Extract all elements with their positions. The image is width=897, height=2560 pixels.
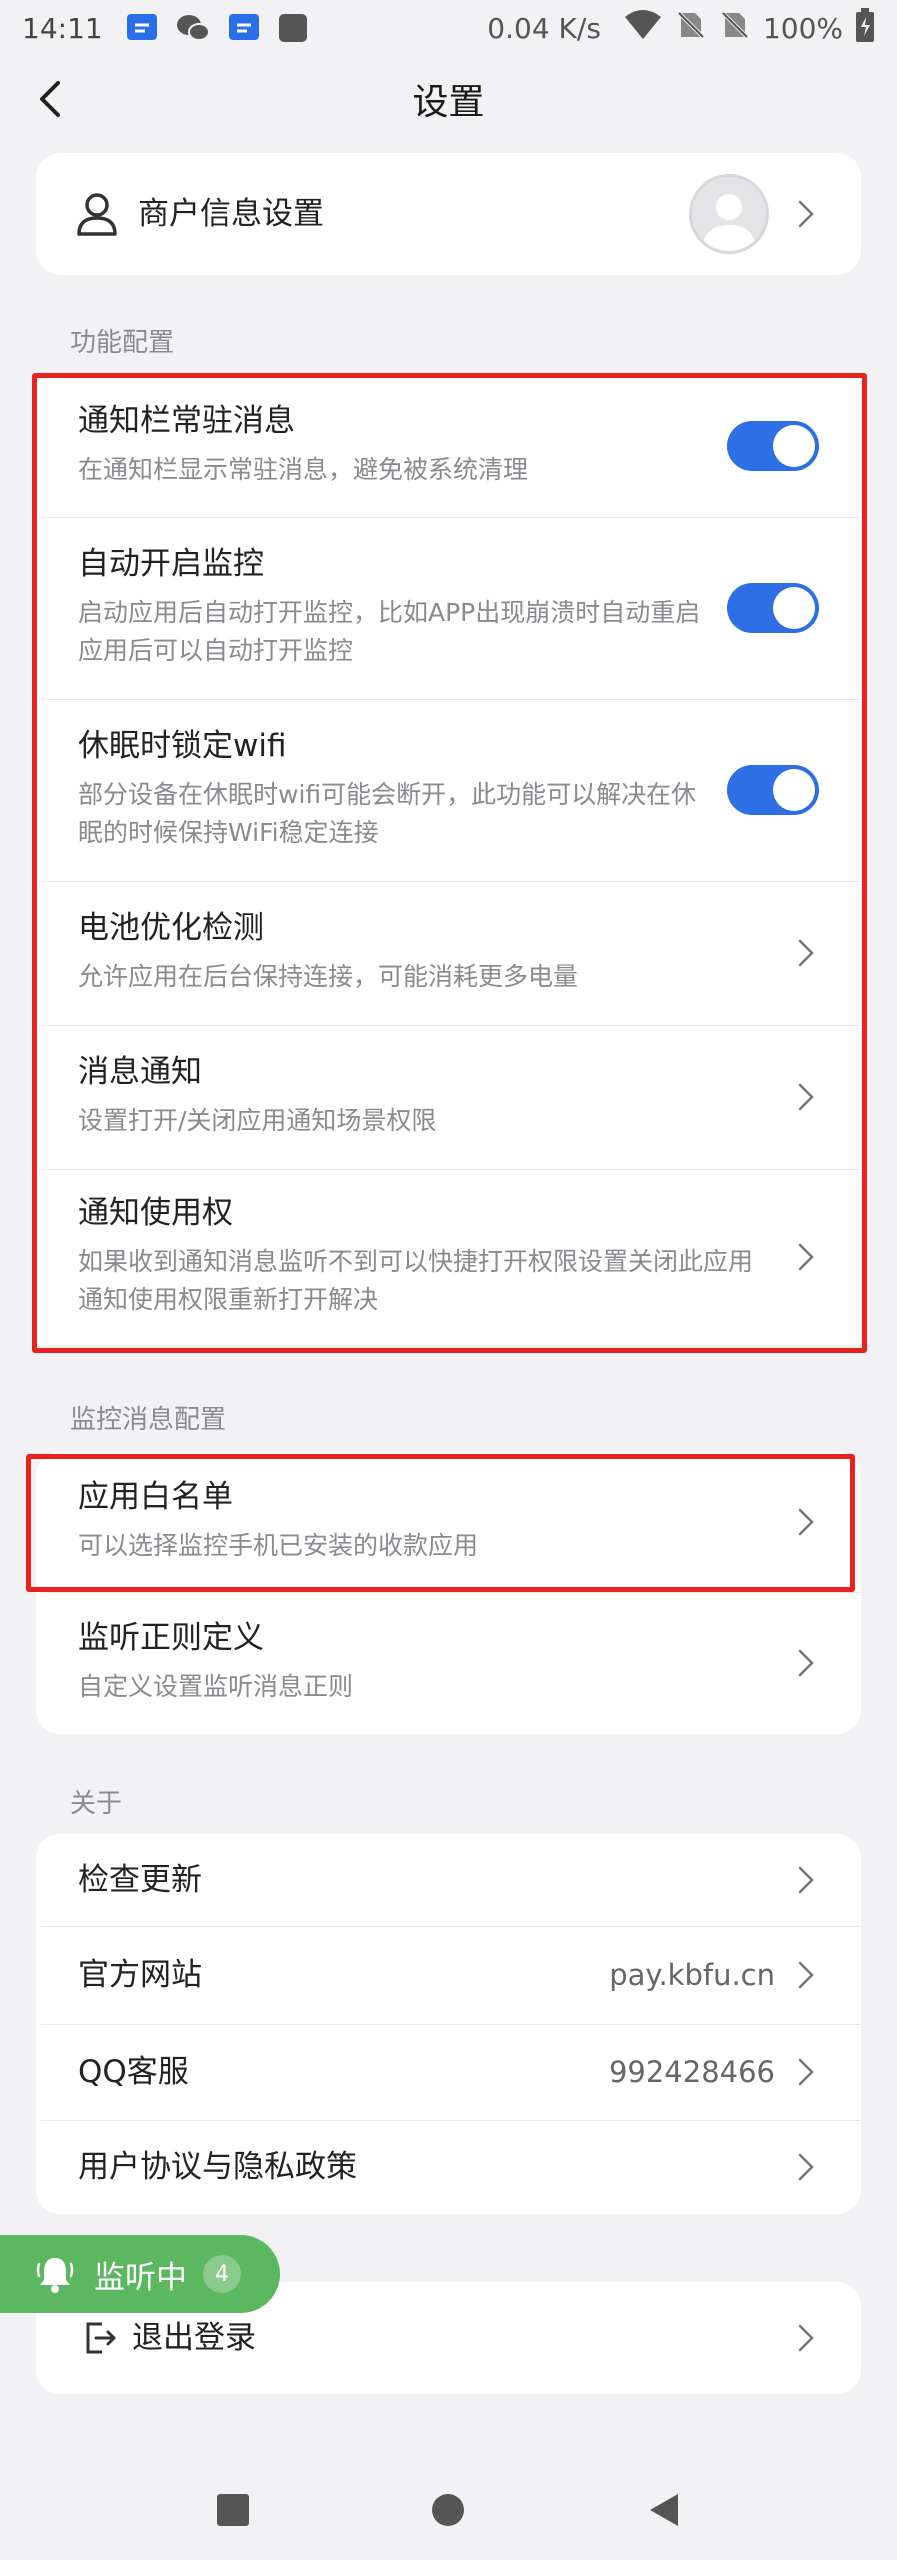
setting-row-lock-wifi[interactable]: 休眠时锁定wifi 部分设备在休眠时wifi可能会断开，此功能可以解决在休眠的时… xyxy=(36,699,861,881)
setting-desc: 如果收到通知消息监听不到可以快捷打开权限设置关闭此应用通知使用权限重新打开解决 xyxy=(78,1246,754,1315)
monitor-config-card: 应用白名单 可以选择监控手机已安装的收款应用 监听正则定义 自定义设置监听消息正… xyxy=(36,1452,861,1734)
chevron-right-icon xyxy=(793,1504,819,1540)
home-button[interactable] xyxy=(430,2492,466,2528)
setting-title: 休眠时锁定wifi xyxy=(78,727,287,764)
function-config-card: 通知栏常驻消息 在通知栏显示常驻消息，避免被系统清理 自动开启监控 启动应用后自… xyxy=(36,375,861,1345)
wifi-icon xyxy=(623,9,663,48)
monitoring-count-badge: 4 xyxy=(203,2255,241,2293)
setting-desc: 可以选择监控手机已安装的收款应用 xyxy=(78,1531,479,1560)
chevron-right-icon xyxy=(793,1862,819,1898)
logout-icon xyxy=(82,2318,122,2358)
app-notification-icon-2 xyxy=(227,11,261,45)
setting-row-battery-optimization[interactable]: 电池优化检测 允许应用在后台保持连接，可能消耗更多电量 xyxy=(36,881,861,1025)
setting-desc: 在通知栏显示常驻消息，避免被系统清理 xyxy=(78,455,529,484)
setting-title: 电池优化检测 xyxy=(78,910,264,947)
monitoring-label: 监听中 xyxy=(94,2259,187,2296)
about-title: QQ客服 xyxy=(78,2053,189,2090)
section-label-function-config: 功能配置 xyxy=(70,328,175,358)
setting-row-message-notification[interactable]: 消息通知 设置打开/关闭应用通知场景权限 xyxy=(36,1025,861,1169)
chevron-right-icon xyxy=(793,196,819,232)
merchant-info-row[interactable]: 商户信息设置 xyxy=(36,153,861,275)
setting-desc: 允许应用在后台保持连接，可能消耗更多电量 xyxy=(78,962,579,991)
bell-icon xyxy=(36,2254,74,2294)
title-bar: 设置 xyxy=(0,64,897,134)
app-notification-icon xyxy=(125,11,159,45)
setting-title: 通知使用权 xyxy=(78,1194,233,1231)
wechat-icon xyxy=(175,12,211,44)
status-right: 0.04 K/s 100% xyxy=(487,7,875,49)
setting-desc: 自定义设置监听消息正则 xyxy=(78,1672,354,1701)
back-nav-button[interactable] xyxy=(646,2492,682,2528)
sim-no-signal-icon-2 xyxy=(719,9,751,48)
about-row-qq-support[interactable]: QQ客服 992428466 xyxy=(36,2024,861,2120)
chevron-right-icon xyxy=(793,2149,819,2185)
network-speed: 0.04 K/s xyxy=(487,11,601,45)
about-row-official-site[interactable]: 官方网站 pay.kbfu.cn xyxy=(36,1926,861,2024)
chevron-right-icon xyxy=(793,1079,819,1115)
about-row-check-update[interactable]: 检查更新 xyxy=(36,1834,861,1926)
setting-row-app-whitelist[interactable]: 应用白名单 可以选择监控手机已安装的收款应用 xyxy=(36,1452,861,1592)
monitoring-status-pill[interactable]: 监听中 4 xyxy=(0,2235,280,2313)
chevron-right-icon xyxy=(793,1645,819,1681)
status-time: 14:11 xyxy=(22,11,103,45)
chevron-right-icon xyxy=(793,1239,819,1275)
section-label-monitor-config: 监控消息配置 xyxy=(70,1405,227,1435)
about-title: 官方网站 xyxy=(78,1956,202,1993)
status-bar: 14:11 0.04 K/s 100% xyxy=(0,0,897,56)
sim-no-signal-icon xyxy=(675,9,707,48)
setting-title: 自动开启监控 xyxy=(78,545,264,582)
back-button[interactable] xyxy=(26,76,72,122)
setting-row-regex-definition[interactable]: 监听正则定义 自定义设置监听消息正则 xyxy=(36,1592,861,1734)
battery-charging-icon xyxy=(855,7,875,49)
setting-row-notification-access[interactable]: 通知使用权 如果收到通知消息监听不到可以快捷打开权限设置关闭此应用通知使用权限重… xyxy=(36,1169,861,1345)
about-title: 检查更新 xyxy=(78,1861,202,1898)
avatar xyxy=(689,174,769,254)
setting-title: 消息通知 xyxy=(78,1054,202,1091)
setting-desc: 设置打开/关闭应用通知场景权限 xyxy=(78,1106,437,1135)
chevron-right-icon xyxy=(793,2320,819,2356)
setting-title: 通知栏常驻消息 xyxy=(78,403,295,440)
setting-row-auto-start-monitor[interactable]: 自动开启监控 启动应用后自动打开监控，比如APP出现崩溃时自动重启应用后可以自动… xyxy=(36,517,861,699)
merchant-info-label: 商户信息设置 xyxy=(138,195,324,232)
about-card: 检查更新 官方网站 pay.kbfu.cn QQ客服 992428466 用户协… xyxy=(36,1834,861,2214)
user-icon xyxy=(72,189,122,239)
chevron-right-icon xyxy=(793,2054,819,2090)
toggle-knob xyxy=(773,769,815,811)
recent-apps-button[interactable] xyxy=(216,2493,250,2527)
page-title: 设置 xyxy=(412,82,485,123)
chevron-right-icon xyxy=(793,935,819,971)
about-value: pay.kbfu.cn xyxy=(609,1958,775,1992)
setting-title: 应用白名单 xyxy=(78,1479,233,1516)
about-title: 用户协议与隐私政策 xyxy=(78,2148,357,2185)
square-app-icon xyxy=(277,12,309,44)
setting-title: 监听正则定义 xyxy=(78,1620,264,1657)
toggle-switch[interactable] xyxy=(727,765,819,815)
system-nav-bar xyxy=(0,2470,897,2550)
logout-label: 退出登录 xyxy=(132,2319,256,2356)
toggle-knob xyxy=(773,587,815,629)
chevron-right-icon xyxy=(793,1957,819,1993)
setting-desc: 启动应用后自动打开监控，比如APP出现崩溃时自动重启应用后可以自动打开监控 xyxy=(78,597,701,666)
battery-percent: 100% xyxy=(762,11,843,45)
toggle-switch[interactable] xyxy=(727,583,819,633)
toggle-switch[interactable] xyxy=(727,421,819,471)
about-value: 992428466 xyxy=(608,2055,775,2089)
merchant-card: 商户信息设置 xyxy=(36,153,861,275)
setting-desc: 部分设备在休眠时wifi可能会断开，此功能可以解决在休眠的时候保持WiFi稳定连… xyxy=(78,779,697,848)
section-label-about: 关于 xyxy=(70,1789,123,1819)
toggle-knob xyxy=(773,425,815,467)
about-row-privacy-policy[interactable]: 用户协议与隐私政策 xyxy=(36,2120,861,2214)
setting-row-persistent-notification[interactable]: 通知栏常驻消息 在通知栏显示常驻消息，避免被系统清理 xyxy=(36,375,861,517)
back-arrow-icon xyxy=(40,81,60,117)
